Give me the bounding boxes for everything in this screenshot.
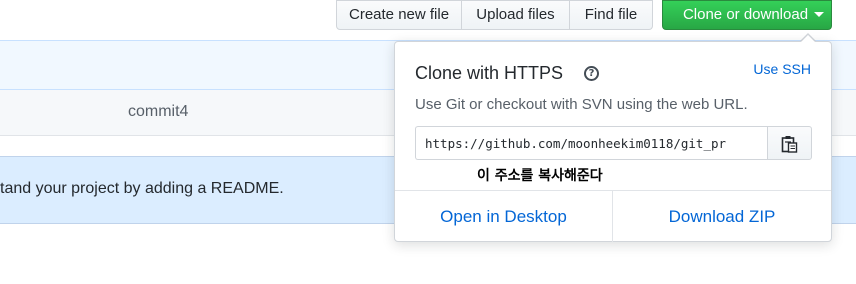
clone-panel-title: Clone with HTTPS [415, 63, 564, 83]
file-actions-toolbar: Create new file Upload files Find file [336, 0, 653, 30]
annotation-text: 이 주소를 복사해준다 [477, 168, 603, 184]
copy-url-button[interactable] [767, 126, 812, 160]
commit-message[interactable]: commit4 [128, 103, 188, 121]
readme-prompt-text: tand your project by adding a README. [0, 180, 284, 197]
clone-description: Use Git or checkout with SVN using the w… [415, 96, 748, 113]
clone-panel-footer: Open in Desktop Download ZIP [395, 190, 831, 242]
clone-dropdown-panel: Clone with HTTPS ? Use SSH Use Git or ch… [394, 41, 832, 242]
use-ssh-link[interactable]: Use SSH [753, 61, 811, 77]
clone-or-download-button[interactable]: Clone or download [662, 0, 832, 30]
dropdown-arrow-inner [801, 35, 815, 42]
clipboard-icon [781, 136, 798, 153]
open-in-desktop-button[interactable]: Open in Desktop [395, 191, 613, 242]
create-new-file-button[interactable]: Create new file [336, 0, 462, 30]
clone-or-download-label: Clone or download [682, 6, 809, 23]
find-file-button[interactable]: Find file [570, 0, 653, 30]
question-circle-icon[interactable]: ? [584, 66, 599, 81]
clone-url-input[interactable] [415, 126, 768, 160]
download-zip-button[interactable]: Download ZIP [613, 191, 831, 242]
upload-files-button[interactable]: Upload files [462, 0, 570, 30]
caret-down-icon [814, 11, 825, 17]
